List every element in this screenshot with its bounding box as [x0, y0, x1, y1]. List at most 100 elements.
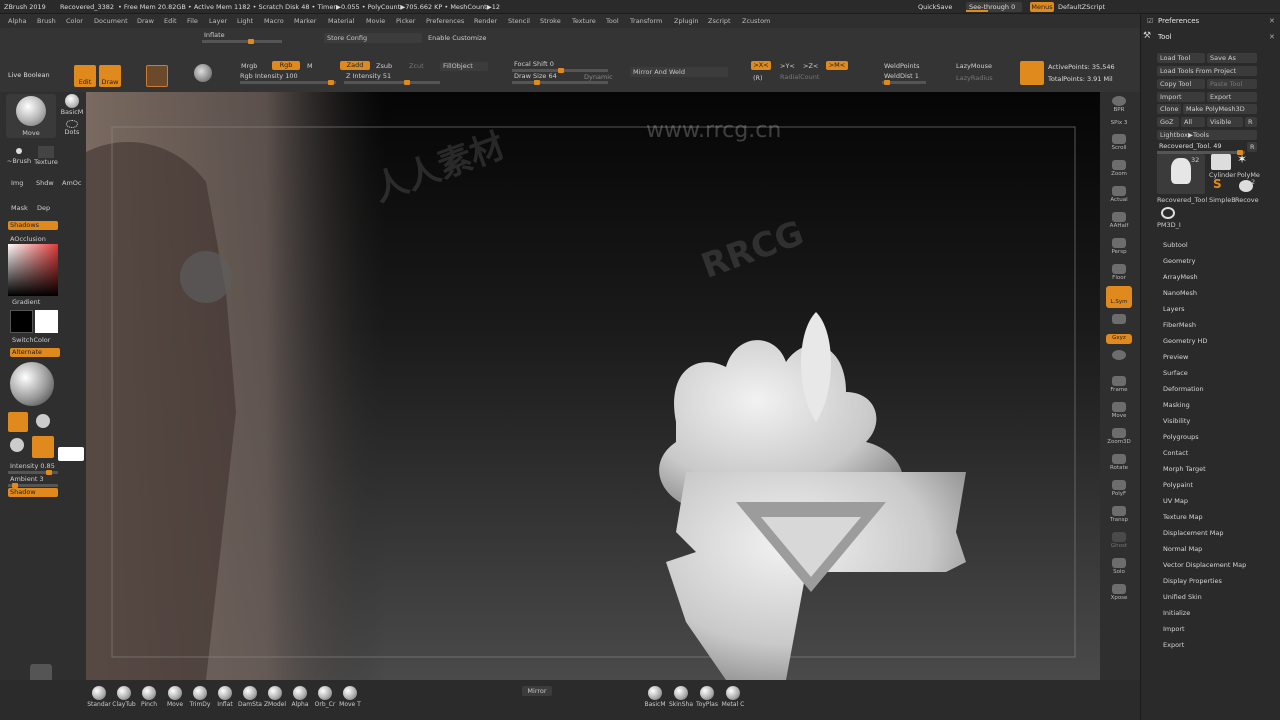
polyf-button[interactable]: PolyF [1106, 478, 1132, 500]
subpalette-visibility[interactable]: Visibility [1163, 417, 1190, 425]
menu-tool[interactable]: Tool [606, 17, 619, 25]
focal-shift-slider[interactable]: Focal Shift 0 [512, 60, 608, 73]
goz-button[interactable]: GoZ [1157, 117, 1179, 127]
menu-transform[interactable]: Transform [630, 17, 662, 25]
goz-r-button[interactable]: R [1245, 117, 1257, 127]
subpalette-texture-map[interactable]: Texture Map [1163, 513, 1203, 521]
menu-macro[interactable]: Macro [264, 17, 284, 25]
load-tool-button[interactable]: Load Tool [1157, 53, 1205, 63]
preferences-check-icon[interactable]: ☑ [1147, 17, 1153, 25]
enable-customize-button[interactable]: Enable Customize [428, 34, 486, 42]
menu-edit[interactable]: Edit [164, 17, 177, 25]
menu-render[interactable]: Render [474, 17, 497, 25]
mirror-and-weld-button[interactable]: Mirror And Weld [630, 67, 728, 77]
shadow-toggle[interactable]: Shadow [8, 488, 58, 497]
subpalette-polypaint[interactable]: Polypaint [1163, 481, 1193, 489]
see-through-slider[interactable]: See-through 0 [966, 2, 1022, 12]
quicksave-button[interactable]: QuickSave [918, 3, 952, 11]
material-basic[interactable]: BasicM [644, 686, 666, 708]
subpalette-geometry[interactable]: Geometry [1163, 257, 1195, 265]
lock-icon[interactable] [1106, 312, 1132, 334]
light-bulb-icon[interactable] [32, 436, 54, 458]
scroll-button[interactable]: Scroll [1106, 132, 1132, 154]
brush-standard[interactable]: Standar [87, 686, 111, 708]
menu-marker[interactable]: Marker [294, 17, 316, 25]
radial-count-slider[interactable]: RadialCount [776, 72, 848, 82]
subpalette-polygroups[interactable]: Polygroups [1163, 433, 1199, 441]
weld-points-button[interactable]: WeldPoints [884, 62, 920, 70]
goz-all-button[interactable]: All [1181, 117, 1205, 127]
subpalette-vector-displacement-map[interactable]: Vector Displacement Map [1163, 561, 1246, 569]
mask-button[interactable]: Mask [11, 204, 28, 212]
default-zscript-button[interactable]: DefaultZScript [1058, 3, 1105, 11]
subpalette-subtool[interactable]: Subtool [1163, 241, 1188, 249]
texture-thumb[interactable]: Texture [34, 146, 58, 168]
color-picker[interactable] [8, 244, 58, 296]
store-config-button[interactable]: Store Config [324, 33, 422, 43]
actual-button[interactable]: Actual [1106, 184, 1132, 206]
fill-object-button[interactable]: FillObject [440, 62, 488, 71]
shadows-toggle[interactable]: Shadows [8, 221, 58, 230]
primary-color-swatch[interactable] [10, 310, 33, 333]
basic-material-thumb[interactable]: BasicM [60, 94, 84, 118]
img-button[interactable]: Img [11, 179, 23, 187]
brush-trimdynamic[interactable]: TrimDy [190, 686, 210, 708]
secondary-color-swatch[interactable] [35, 310, 58, 333]
brush-alpha[interactable]: Alpha [291, 686, 309, 708]
menu-alpha[interactable]: Alpha [8, 17, 26, 25]
z-intensity-slider[interactable]: Z Intensity 51 [344, 72, 440, 85]
import-button[interactable]: Import [1157, 92, 1205, 102]
tool-header[interactable]: Tool [1158, 33, 1172, 42]
subpalette-arraymesh[interactable]: ArrayMesh [1163, 273, 1198, 281]
rgb-button[interactable]: Rgb [272, 61, 300, 70]
preferences-header[interactable]: Preferences [1158, 17, 1199, 26]
subpalette-unified-skin[interactable]: Unified Skin [1163, 593, 1202, 601]
alpha-brush-thumb[interactable]: ~Brush [6, 146, 32, 168]
rotate-axis-icon[interactable] [1106, 348, 1132, 370]
dep-button[interactable]: Dep [37, 204, 50, 212]
floor-button[interactable]: Floor [1106, 262, 1132, 284]
cylinder-tool-thumb[interactable] [1211, 154, 1231, 170]
subpalette-uv-map[interactable]: UV Map [1163, 497, 1188, 505]
material-skinshade[interactable]: SkinSha [669, 686, 693, 708]
current-brush-thumb[interactable]: Move [6, 94, 56, 138]
subpalette-display-properties[interactable]: Display Properties [1163, 577, 1222, 585]
brush-inflate[interactable]: Inflat [216, 686, 234, 708]
subpalette-fibermesh[interactable]: FiberMesh [1163, 321, 1196, 329]
symmetry-m-button[interactable]: >M< [826, 61, 848, 70]
menus-toggle[interactable]: Menus [1030, 2, 1054, 12]
xpose-button[interactable]: Xpose [1106, 582, 1132, 604]
subpalette-displacement-map[interactable]: Displacement Map [1163, 529, 1223, 537]
material-metal[interactable]: Metal C [722, 686, 744, 708]
brush-zmodeler[interactable]: ZModel [264, 686, 286, 708]
copy-tool-button[interactable]: Copy Tool [1157, 79, 1205, 89]
local-symmetry-button[interactable]: L.Sym [1106, 286, 1132, 308]
zsub-button[interactable]: Zsub [376, 62, 392, 70]
shdw-button[interactable]: Shdw [36, 179, 54, 187]
subpalette-preview[interactable]: Preview [1163, 353, 1188, 361]
menu-light[interactable]: Light [237, 17, 253, 25]
frame-button[interactable]: Frame [1106, 374, 1132, 396]
menu-document[interactable]: Document [94, 17, 128, 25]
menu-material[interactable]: Material [328, 17, 354, 25]
tool-count-slider[interactable]: Recovered_Tool. 49 [1157, 141, 1245, 155]
subpalette-initialize[interactable]: Initialize [1163, 609, 1190, 617]
current-tool-thumbnail[interactable]: 32 [1157, 154, 1205, 194]
export-button[interactable]: Export [1207, 92, 1257, 102]
amoc-button[interactable]: AmOc [62, 179, 81, 187]
gxyz-button[interactable]: Gxyz [1106, 334, 1132, 344]
stroke-dots-thumb[interactable]: Dots [60, 120, 84, 140]
intensity-slider[interactable]: Intensity 0.85 [8, 462, 58, 475]
draw-size-slider[interactable]: Draw Size 64 Dynamic [512, 72, 613, 85]
menu-brush[interactable]: Brush [37, 17, 56, 25]
transp-button[interactable]: Transp [1106, 504, 1132, 526]
menu-file[interactable]: File [187, 17, 198, 25]
rotate-mode-icon[interactable] [146, 65, 168, 87]
light-bulb-icon[interactable] [10, 438, 24, 452]
menu-texture[interactable]: Texture [572, 17, 596, 25]
paste-tool-button[interactable]: Paste Tool [1207, 79, 1257, 89]
star-tool-thumb[interactable]: ✶ [1237, 152, 1247, 166]
live-boolean-toggle[interactable]: Live Boolean [8, 71, 50, 79]
viewport-canvas[interactable]: www.rrcg.cn [86, 92, 1100, 680]
bpr-button[interactable]: BPR [1106, 94, 1132, 116]
